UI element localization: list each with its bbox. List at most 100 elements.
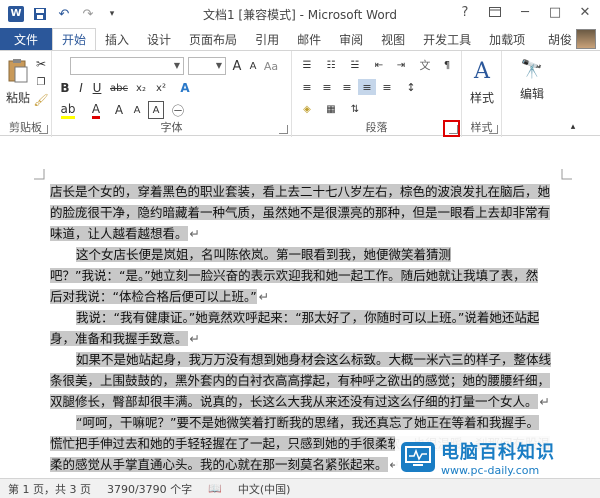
grow-font-icon[interactable]: A: [230, 57, 244, 75]
word-count[interactable]: 3790/3790 个字: [107, 481, 192, 497]
avatar[interactable]: [576, 29, 596, 49]
text-line[interactable]: 条很美，上围鼓鼓的，黑外套内的白衬衣高高撑起，有种呼之欲出的感觉；她的腰腰纤细，: [50, 373, 551, 388]
tab-mailings[interactable]: 邮件: [288, 28, 330, 50]
close-button[interactable]: ✕: [570, 0, 600, 24]
text-line[interactable]: 吧？”我说：“是。”她立刻一脸兴奋的表示欢迎我和她一起工作。随后她就让我填了表，…: [50, 268, 539, 283]
justify-icon[interactable]: ≡: [358, 79, 376, 95]
chinese-layout-icon[interactable]: 文: [416, 57, 434, 73]
decrease-indent-icon[interactable]: ⇤: [370, 57, 388, 73]
change-case-icon[interactable]: Aa: [264, 57, 278, 75]
cut-icon[interactable]: ✂: [34, 57, 48, 71]
font-group: ▼ ▼ A A Aa B I U abc x₂ x² A ab A A A A …: [52, 51, 292, 137]
enclose-char-icon[interactable]: ㊀: [170, 101, 186, 119]
distributed-icon[interactable]: ≡: [378, 79, 396, 95]
watermark-url: www.pc-daily.com: [441, 463, 540, 477]
styles-button[interactable]: 样式: [470, 89, 494, 106]
tab-references[interactable]: 引用: [246, 28, 288, 50]
font-size-down-icon[interactable]: A: [130, 101, 144, 119]
multilevel-list-icon[interactable]: ☱: [346, 57, 364, 73]
numbering-icon[interactable]: ☷: [322, 57, 340, 73]
clipboard-group: 粘贴 ✂ ❐ 🖌 剪贴板: [0, 51, 52, 137]
paste-button[interactable]: 粘贴: [6, 89, 30, 106]
strikethrough-icon[interactable]: abc: [110, 79, 128, 97]
borders-icon[interactable]: ▦: [322, 101, 340, 117]
text-line[interactable]: 身，准备和我握手致意。: [50, 331, 188, 346]
minimize-button[interactable]: ─: [510, 0, 540, 24]
text-line[interactable]: 味道，让人越看越想看。: [50, 226, 188, 241]
text-line[interactable]: 双腿修长，臀部却很丰满。说真的，长这么大我从来还没有过这么仔细的打量一个女人。: [50, 394, 538, 409]
proofing-icon[interactable]: 📖: [208, 482, 222, 495]
line-spacing-icon[interactable]: ↕: [402, 79, 420, 95]
paragraph-mark-icon: ↵: [539, 394, 550, 409]
align-center-icon[interactable]: ≡: [318, 79, 336, 95]
site-watermark: 电脑百科知识 www.pc-daily.com: [395, 436, 600, 478]
sort-icon[interactable]: ⇅: [346, 101, 364, 117]
font-size-combo[interactable]: ▼: [188, 57, 226, 75]
superscript-icon[interactable]: x²: [152, 79, 170, 97]
styles-icon[interactable]: A: [470, 57, 494, 85]
text-line[interactable]: 柔的感觉从手掌直通心头。我的心就在那一刻莫名紧张起来。: [50, 457, 388, 472]
document-page[interactable]: 店长是个女的，穿着黑色的职业套装，看上去二十七八岁左右，棕色的波浪发扎在脑后，她…: [34, 169, 572, 478]
tab-developer[interactable]: 开发工具: [414, 28, 480, 50]
language-status[interactable]: 中文(中国): [238, 481, 291, 497]
text-line[interactable]: 我说：“我有健康证。”她竟然欢呼起来：“那太好了，你随时可以上班。”说着她还站起: [76, 310, 540, 325]
highlight-color-icon[interactable]: ab: [58, 101, 78, 119]
text-line[interactable]: 的脸庞很干净，隐约暗藏着一种气质，虽然她不是很漂亮的那种，但是一眼看上去却非常有: [50, 205, 551, 220]
save-icon[interactable]: [32, 6, 48, 22]
undo-icon[interactable]: ↶: [56, 6, 72, 22]
shading-icon[interactable]: ◈: [298, 101, 316, 117]
copy-icon[interactable]: ❐: [34, 75, 48, 89]
user-name[interactable]: 胡俊: [548, 31, 572, 48]
increase-indent-icon[interactable]: ⇥: [392, 57, 410, 73]
ribbon-display-button[interactable]: [480, 0, 510, 24]
tab-design[interactable]: 设计: [138, 28, 180, 50]
font-color-icon[interactable]: A: [86, 101, 106, 119]
maximize-button[interactable]: □: [540, 0, 570, 24]
char-border-icon[interactable]: A: [148, 101, 164, 119]
text-effects-icon[interactable]: A: [176, 79, 194, 97]
tab-insert[interactable]: 插入: [96, 28, 138, 50]
find-binoculars-icon[interactable]: 🔭: [520, 57, 544, 81]
tab-layout[interactable]: 页面布局: [180, 28, 246, 50]
bold-icon[interactable]: B: [58, 79, 72, 97]
underline-icon[interactable]: U: [90, 79, 104, 97]
tab-home[interactable]: 开始: [52, 28, 97, 51]
watermark-title: 电脑百科知识: [441, 441, 555, 463]
subscript-icon[interactable]: x₂: [132, 79, 150, 97]
shrink-font-icon[interactable]: A: [246, 57, 260, 75]
show-marks-icon[interactable]: ¶: [438, 57, 456, 73]
text-line[interactable]: 如果不是她站起身，我万万没有想到她身材会这么标致。大概一米六三的样子，整体线: [76, 352, 552, 367]
align-left-icon[interactable]: ≡: [298, 79, 316, 95]
help-button[interactable]: ?: [450, 0, 480, 24]
document-area[interactable]: 店长是个女的，穿着黑色的职业套装，看上去二十七八岁左右，棕色的波浪发扎在脑后，她…: [0, 137, 600, 478]
text-line[interactable]: “呵呵，干嘛呢？”要不是她微笑着打断我的思绪，我还真忘了她正在等着和我握手。: [76, 415, 539, 430]
text-line[interactable]: 这个女店长便是岚姐，名叫陈依岚。第一眼看到我，她便微笑着猜测: [76, 247, 452, 262]
ribbon: 粘贴 ✂ ❐ 🖌 剪贴板 ▼ ▼ A A Aa B I U abc x₂ x² …: [0, 50, 600, 137]
styles-launcher-icon[interactable]: [489, 125, 498, 134]
font-size-up-icon[interactable]: A: [112, 101, 126, 119]
tab-review[interactable]: 审阅: [330, 28, 372, 50]
font-launcher-icon[interactable]: [279, 125, 288, 134]
document-body[interactable]: 店长是个女的，穿着黑色的职业套装，看上去二十七八岁左右，棕色的波浪发扎在脑后，她…: [50, 181, 554, 475]
crop-mark-icon: [34, 169, 45, 180]
ribbon-tabs: 文件 开始 插入 设计 页面布局 引用 邮件 审阅 视图 开发工具 加载项 胡俊: [0, 28, 600, 51]
italic-icon[interactable]: I: [74, 79, 88, 97]
redo-icon[interactable]: ↷: [80, 6, 96, 22]
text-line[interactable]: 后对我说：“体检合格后便可以上班。”: [50, 289, 257, 304]
tab-view[interactable]: 视图: [372, 28, 414, 50]
paste-icon[interactable]: [6, 57, 30, 85]
customize-qat-icon[interactable]: ▾: [104, 6, 120, 22]
bullets-icon[interactable]: ☰: [298, 57, 316, 73]
collapse-ribbon-icon[interactable]: ▴: [566, 121, 580, 133]
format-painter-icon[interactable]: 🖌: [33, 93, 48, 107]
tab-file[interactable]: 文件: [0, 28, 52, 50]
font-name-combo[interactable]: ▼: [70, 57, 184, 75]
clipboard-launcher-icon[interactable]: [39, 125, 48, 134]
status-bar: 第 1 页，共 3 页 3790/3790 个字 📖 中文(中国): [0, 478, 600, 498]
text-line[interactable]: 店长是个女的，穿着黑色的职业套装，看上去二十七八岁左右，棕色的波浪发扎在脑后，她: [50, 184, 551, 199]
align-right-icon[interactable]: ≡: [338, 79, 356, 95]
page-count[interactable]: 第 1 页，共 3 页: [8, 481, 91, 497]
edit-button[interactable]: 编辑: [520, 85, 544, 102]
tab-addins[interactable]: 加载项: [480, 28, 534, 50]
monitor-logo-icon: [401, 442, 435, 472]
